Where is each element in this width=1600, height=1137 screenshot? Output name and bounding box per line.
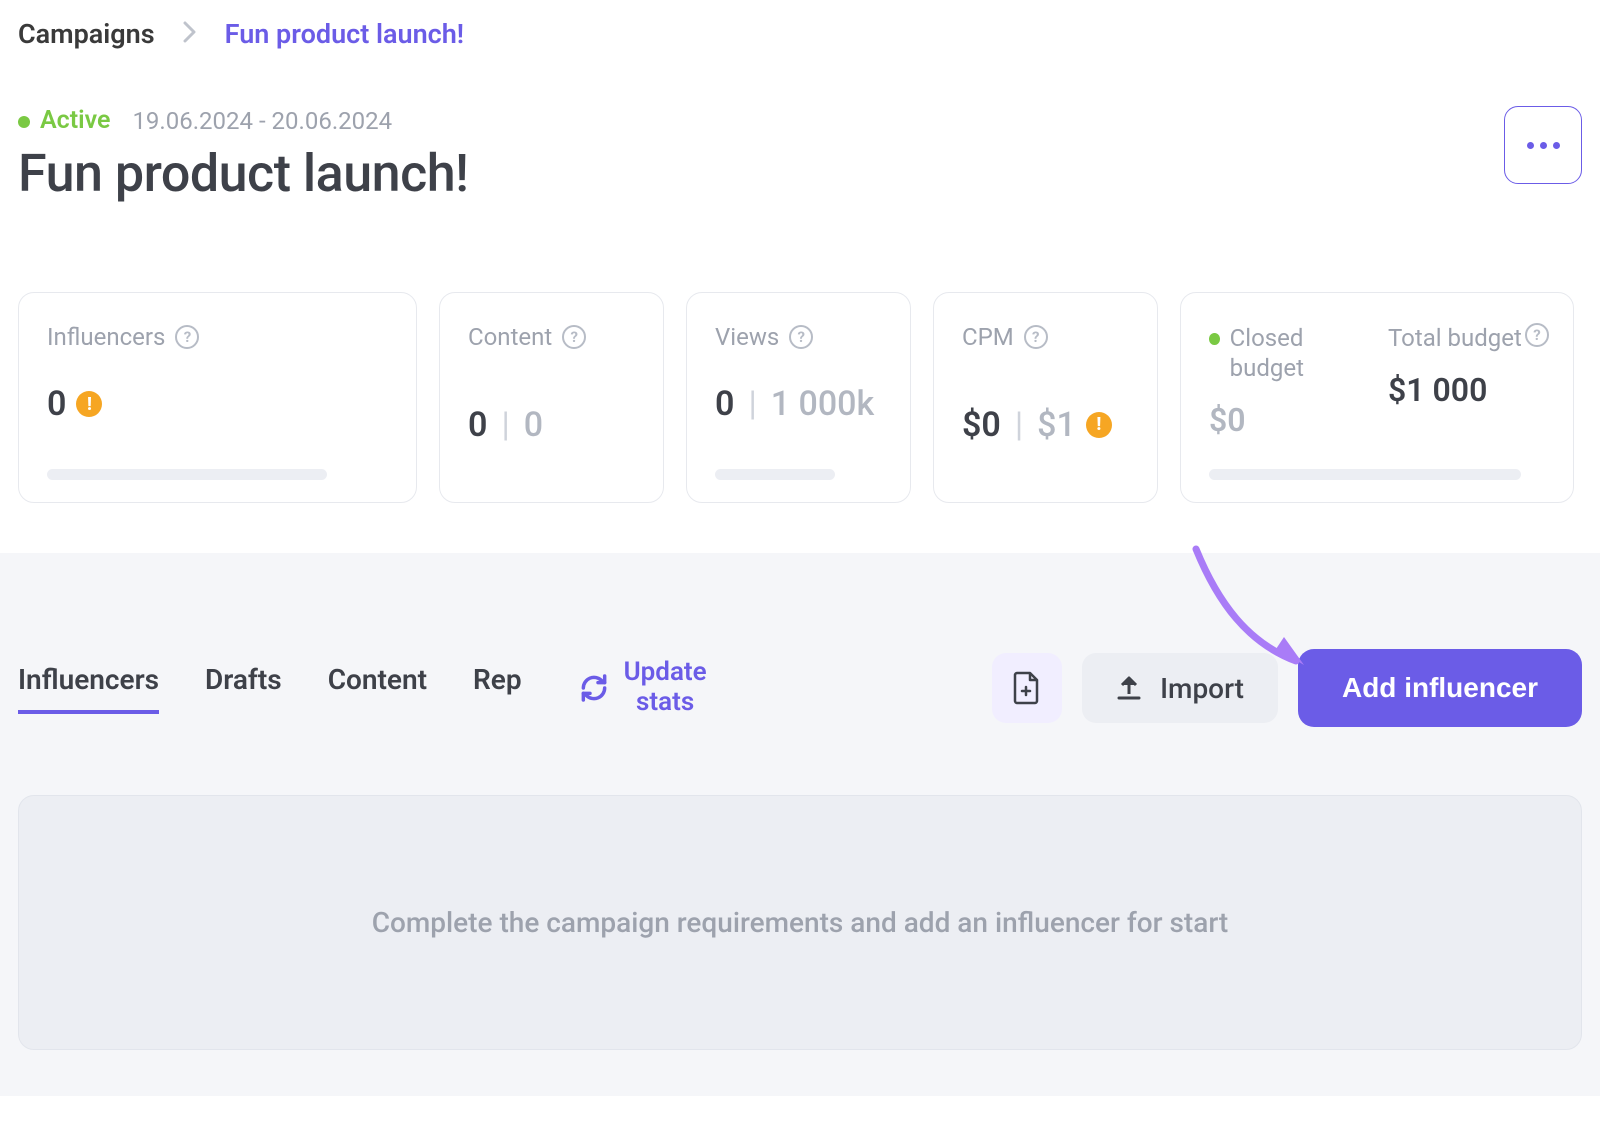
closed-budget-value: $0 [1209,401,1366,439]
breadcrumb-root[interactable]: Campaigns [18,18,155,50]
update-stats-button[interactable]: Update stats [578,658,707,718]
help-icon[interactable]: ? [562,325,586,349]
card-label: Content [468,323,552,351]
status-badge: Active [18,106,110,135]
import-button[interactable]: Import [1082,653,1278,723]
chevron-right-icon [183,18,197,50]
warning-icon[interactable]: ! [1086,412,1112,438]
card-content: Content ? 0 | 0 [439,292,664,503]
update-stats-label: Update [624,658,707,688]
card-value: 0 [468,405,487,445]
total-budget-value: $1 000 [1388,371,1545,409]
tab-influencers[interactable]: Influencers [18,663,159,714]
card-value: $0 [962,405,1001,445]
file-plus-icon [1012,671,1042,705]
progress-bar [1209,469,1521,480]
more-icon [1527,142,1534,149]
page-title: Fun product launch! [18,143,468,204]
tab-content[interactable]: Content [328,663,427,714]
card-value: 0 [47,384,66,424]
stats-cards: Influencers ? 0 ! Content ? 0 | 0 Views [18,292,1582,503]
help-icon[interactable]: ? [175,325,199,349]
tab-rep[interactable]: Rep [473,663,522,714]
breadcrumb-current[interactable]: Fun product launch! [225,18,464,50]
empty-state: Complete the campaign requirements and a… [18,795,1582,1050]
more-actions-button[interactable] [1504,106,1582,184]
help-icon[interactable]: ? [1024,325,1048,349]
upload-icon [1116,674,1142,702]
status-dot-icon [1209,333,1220,345]
status-dot-icon [18,116,30,128]
card-influencers: Influencers ? 0 ! [18,292,417,503]
card-label: Views [715,323,779,351]
card-cpm: CPM ? $0 | $1 ! [933,292,1158,503]
progress-bar [715,469,835,480]
empty-state-message: Complete the campaign requirements and a… [372,906,1229,939]
tabs: Influencers Drafts Content Rep [18,663,522,714]
closed-budget-label: Closed budget [1230,323,1366,383]
warning-icon[interactable]: ! [76,391,102,417]
card-secondary: 1 000k [771,384,874,424]
add-influencer-button[interactable]: Add influencer [1298,649,1582,727]
progress-bar [47,469,327,480]
total-budget-label: Total budget [1388,323,1522,353]
help-icon[interactable]: ? [789,325,813,349]
tab-drafts[interactable]: Drafts [205,663,282,714]
card-budget: ? Closed budget $0 Total budget $1 000 [1180,292,1574,503]
date-range: 19.06.2024 - 20.06.2024 [132,107,392,135]
card-value: 0 [715,384,734,424]
status-text: Active [40,106,110,135]
refresh-icon [578,672,610,704]
card-label: Influencers [47,323,165,351]
card-secondary: 0 [524,405,543,445]
tabs-section: Influencers Drafts Content Rep Update st… [0,553,1600,1096]
help-icon[interactable]: ? [1525,323,1549,347]
card-label: CPM [962,323,1014,351]
import-label: Import [1160,672,1244,705]
card-secondary: $1 [1037,405,1076,445]
breadcrumb: Campaigns Fun product launch! [18,18,1582,50]
card-views: Views ? 0 | 1 000k [686,292,911,503]
new-file-button[interactable] [992,653,1062,723]
